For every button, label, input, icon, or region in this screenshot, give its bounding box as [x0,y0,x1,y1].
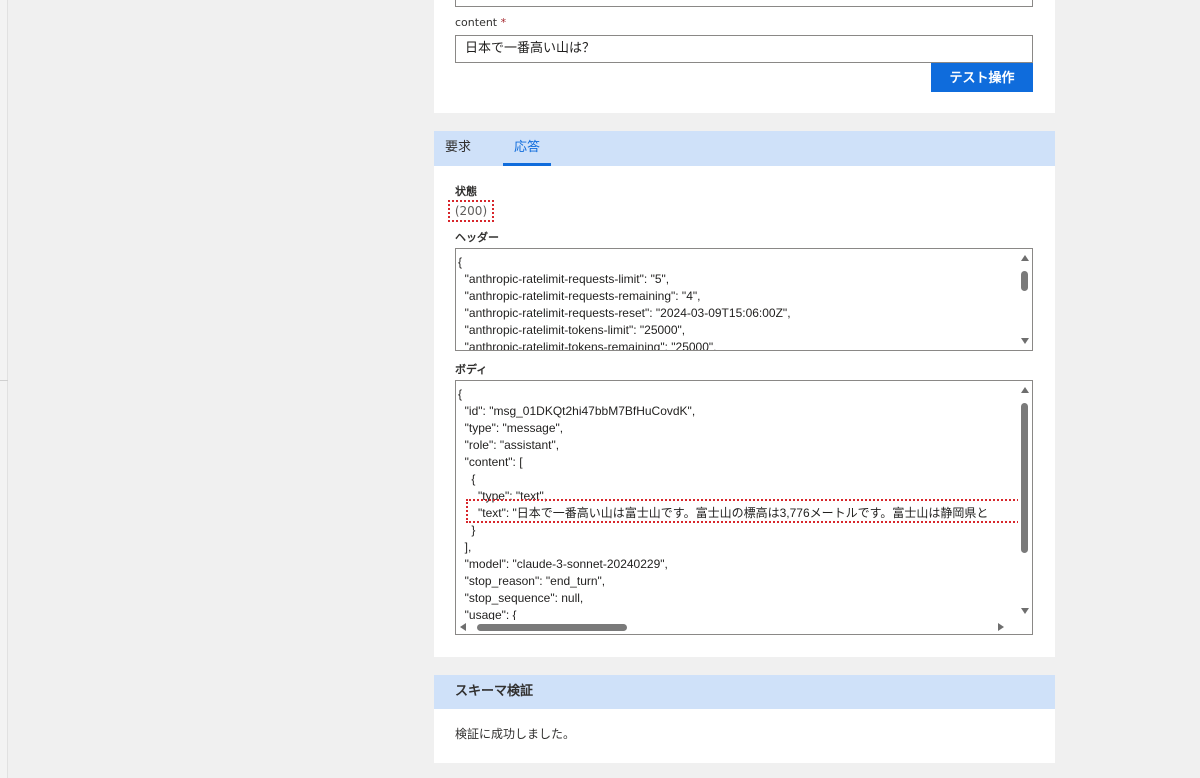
scroll-right-icon[interactable] [998,623,1004,631]
content-label: content * [455,16,506,29]
active-tab-indicator [503,163,552,166]
scroll-up-icon[interactable] [1021,387,1029,393]
body-label: ボディ [455,363,488,376]
scroll-up-icon[interactable] [1021,255,1029,261]
scroll-thumb[interactable] [1021,271,1028,291]
content-input[interactable]: 日本で一番高い山は？ [455,35,1033,63]
body-box[interactable]: { "id": "msg_01DKQt2hi47bbM7BfHuCovdK", … [455,380,1033,635]
text-highlight-box [466,499,1032,523]
tab-request[interactable]: 要求 [445,131,471,166]
content-label-text: content [455,16,498,29]
scroll-down-icon[interactable] [1021,338,1029,344]
status-value: (200) [448,200,494,222]
required-mark: * [500,16,507,29]
scroll-thumb[interactable] [1021,403,1028,553]
scroll-down-icon[interactable] [1021,608,1029,614]
left-rail [0,0,8,778]
tab-response-label: 応答 [514,140,541,155]
schema-title: スキーマ検証 [434,675,1055,709]
left-rail-divider [0,380,8,381]
status-label: 状態 [455,185,477,198]
headers-label: ヘッダー [455,231,499,244]
schema-message: 検証に成功しました。 [455,727,576,741]
body-horizontal-scrollbar[interactable] [456,620,1018,634]
previous-input-field[interactable] [455,0,1033,7]
headers-box[interactable]: { "anthropic-ratelimit-requests-limit": … [455,248,1033,351]
horizontal-scroll-thumb[interactable] [477,624,627,631]
test-operation-button[interactable]: テスト操作 [931,63,1033,92]
headers-vertical-scrollbar[interactable] [1018,249,1032,350]
headers-text: { "anthropic-ratelimit-requests-limit": … [458,255,791,351]
body-vertical-scrollbar[interactable] [1018,381,1032,620]
tab-response[interactable]: 応答 [503,131,552,166]
scroll-left-icon[interactable] [460,623,466,631]
tab-bar: 要求 応答 [434,131,1055,166]
test-panel: content * 日本で一番高い山は？ テスト操作 [434,0,1055,113]
schema-panel: スキーマ検証 検証に成功しました。 [434,675,1055,763]
response-panel: 要求 応答 状態 (200) ヘッダー { "anthropic-ratelim… [434,131,1055,657]
